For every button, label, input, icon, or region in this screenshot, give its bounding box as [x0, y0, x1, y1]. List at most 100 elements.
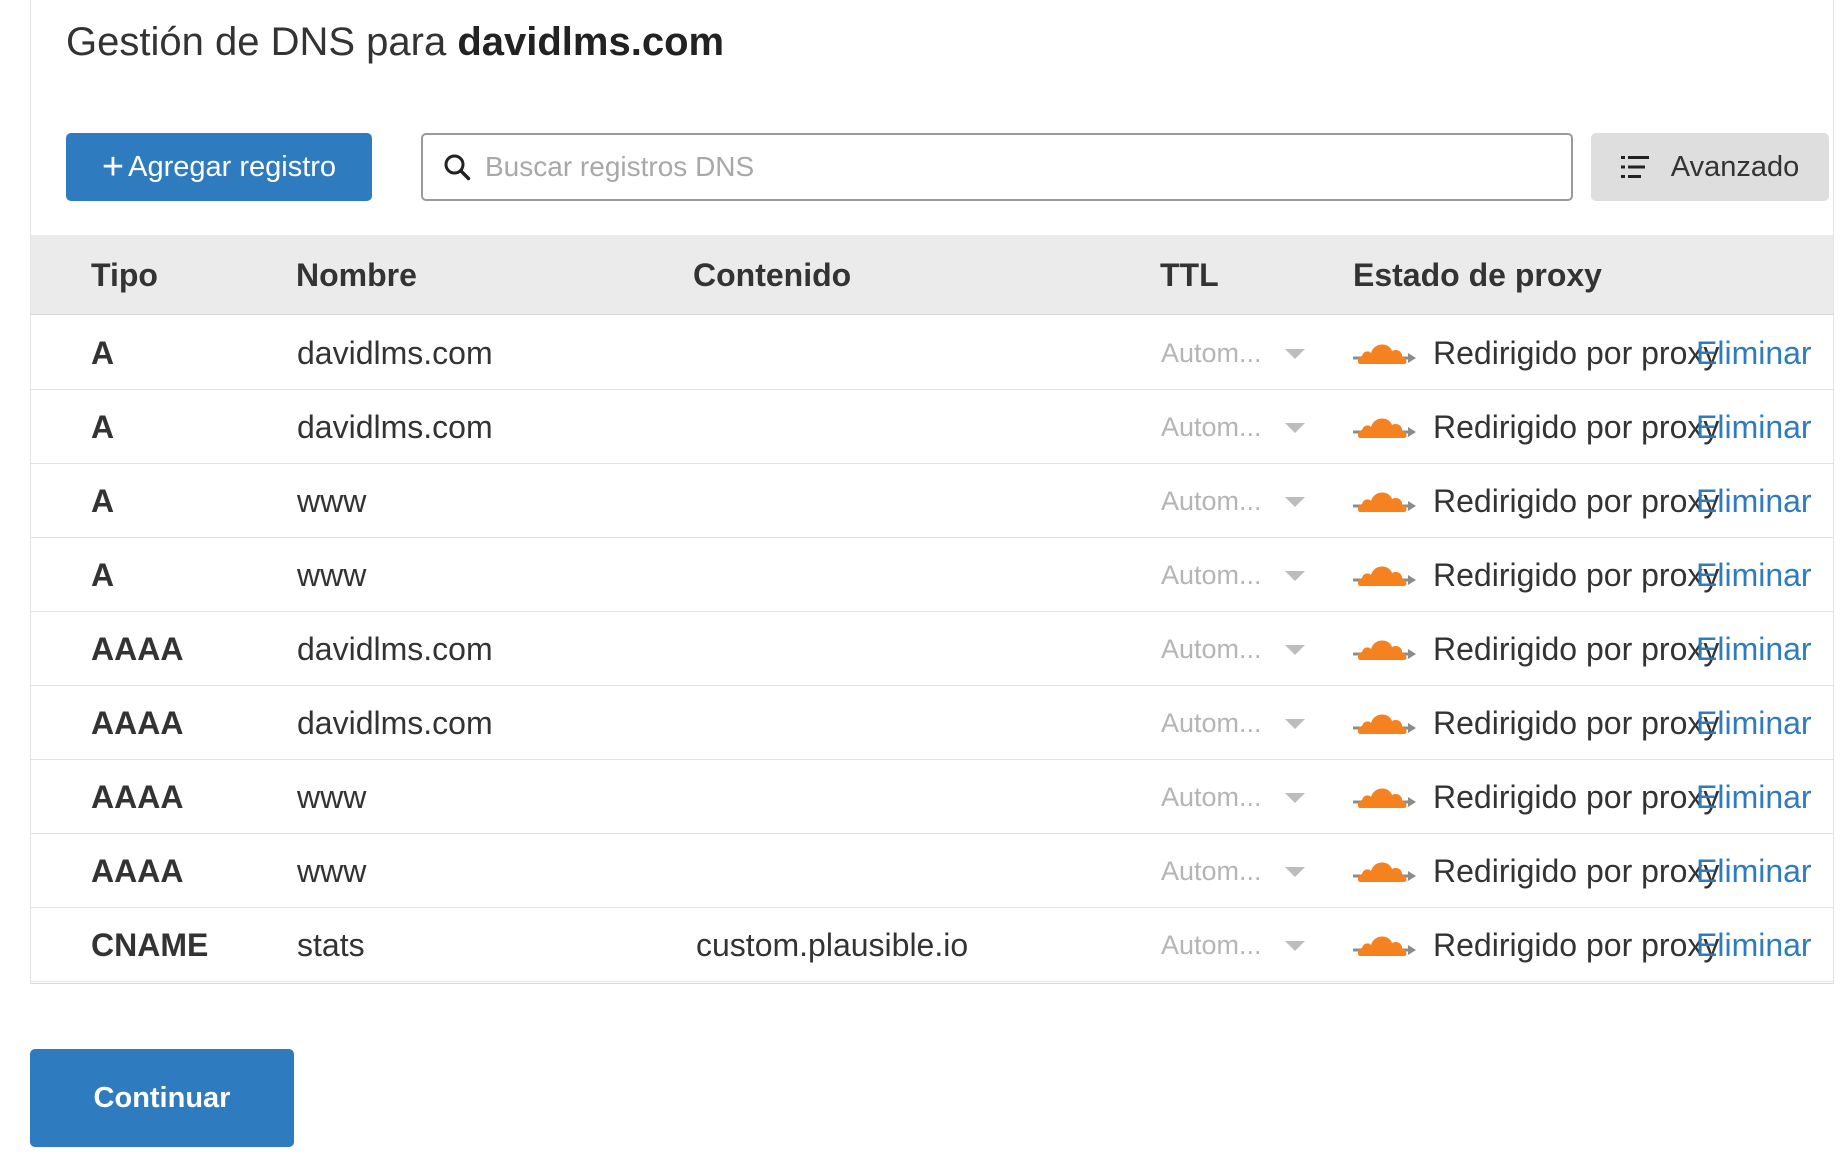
page-title-domain: davidlms.com: [457, 20, 725, 64]
ttl-dropdown[interactable]: Autom...: [1161, 464, 1311, 538]
delete-record-link[interactable]: Eliminar: [1696, 686, 1812, 760]
dns-management-panel: Gestión de DNS para davidlms.com + Agreg…: [30, 0, 1834, 984]
ttl-dropdown[interactable]: Autom...: [1161, 908, 1311, 982]
delete-record-link[interactable]: Eliminar: [1696, 908, 1812, 982]
proxy-status-text: Redirigido por proxy: [1433, 335, 1720, 371]
ttl-value: Autom...: [1161, 708, 1262, 738]
ttl-dropdown[interactable]: Autom...: [1161, 686, 1311, 760]
continue-button[interactable]: Continuar: [30, 1049, 294, 1147]
proxied-cloud-icon[interactable]: [1351, 926, 1417, 964]
record-type: A: [91, 409, 115, 445]
record-type: CNAME: [91, 927, 209, 963]
table-row[interactable]: A www Autom... Redirigido por proxy Elim…: [31, 538, 1833, 612]
search-input[interactable]: [483, 150, 1571, 184]
plus-icon: +: [101, 146, 125, 188]
proxy-status-text: Redirigido por proxy: [1433, 927, 1720, 963]
caret-down-icon: [1285, 645, 1305, 655]
table-row[interactable]: AAAA davidlms.com Autom... Redirigido po…: [31, 612, 1833, 686]
proxy-status-text: Redirigido por proxy: [1433, 779, 1720, 815]
continue-label: Continuar: [93, 1081, 231, 1114]
header-proxy-status: Estado de proxy: [1353, 257, 1602, 293]
add-record-label: Agregar registro: [128, 150, 337, 183]
record-type: AAAA: [91, 631, 184, 667]
proxy-status-text: Redirigido por proxy: [1433, 705, 1720, 741]
header-type: Tipo: [91, 257, 158, 293]
dns-records-table: A davidlms.com Autom... Redirigido por p…: [31, 316, 1833, 982]
delete-record-link[interactable]: Eliminar: [1696, 464, 1812, 538]
list-filter-icon: [1620, 156, 1649, 178]
record-name: davidlms.com: [297, 335, 493, 371]
add-record-button[interactable]: + Agregar registro: [66, 133, 372, 201]
ttl-dropdown[interactable]: Autom...: [1161, 834, 1311, 908]
record-name: davidlms.com: [297, 409, 493, 445]
caret-down-icon: [1285, 571, 1305, 581]
record-name: www: [297, 779, 367, 815]
ttl-value: Autom...: [1161, 338, 1262, 368]
proxy-status-text: Redirigido por proxy: [1433, 557, 1720, 593]
caret-down-icon: [1285, 941, 1305, 951]
table-row[interactable]: AAAA www Autom... Redirigido por proxy E…: [31, 834, 1833, 908]
table-header: Tipo Nombre Contenido TTL Estado de prox…: [31, 235, 1833, 315]
caret-down-icon: [1285, 719, 1305, 729]
ttl-value: Autom...: [1161, 634, 1262, 664]
advanced-label: Avanzado: [1670, 150, 1800, 183]
table-row[interactable]: CNAME stats custom.plausible.io Autom...…: [31, 908, 1833, 982]
proxied-cloud-icon[interactable]: [1351, 482, 1417, 520]
caret-down-icon: [1285, 349, 1305, 359]
advanced-button[interactable]: Avanzado: [1591, 133, 1829, 201]
delete-record-link[interactable]: Eliminar: [1696, 612, 1812, 686]
ttl-value: Autom...: [1161, 856, 1262, 886]
ttl-dropdown[interactable]: Autom...: [1161, 390, 1311, 464]
record-name: www: [297, 853, 367, 889]
record-type: AAAA: [91, 779, 184, 815]
record-name: stats: [297, 927, 365, 963]
ttl-value: Autom...: [1161, 782, 1262, 812]
proxy-status-text: Redirigido por proxy: [1433, 853, 1720, 889]
record-name: www: [297, 557, 367, 593]
ttl-dropdown[interactable]: Autom...: [1161, 316, 1311, 390]
search-icon: [444, 154, 471, 181]
table-row[interactable]: A www Autom... Redirigido por proxy Elim…: [31, 464, 1833, 538]
proxy-status-text: Redirigido por proxy: [1433, 631, 1720, 667]
table-row[interactable]: AAAA davidlms.com Autom... Redirigido po…: [31, 686, 1833, 760]
delete-record-link[interactable]: Eliminar: [1696, 538, 1812, 612]
ttl-value: Autom...: [1161, 412, 1262, 442]
header-name: Nombre: [296, 257, 417, 293]
search-box[interactable]: [421, 133, 1573, 201]
record-type: A: [91, 557, 115, 593]
ttl-dropdown[interactable]: Autom...: [1161, 612, 1311, 686]
ttl-value: Autom...: [1161, 930, 1262, 960]
proxied-cloud-icon[interactable]: [1351, 852, 1417, 890]
table-row[interactable]: A davidlms.com Autom... Redirigido por p…: [31, 390, 1833, 464]
proxied-cloud-icon[interactable]: [1351, 334, 1417, 372]
delete-record-link[interactable]: Eliminar: [1696, 834, 1812, 908]
proxy-status-text: Redirigido por proxy: [1433, 483, 1720, 519]
header-content: Contenido: [693, 257, 852, 293]
proxied-cloud-icon[interactable]: [1351, 556, 1417, 594]
table-row[interactable]: A davidlms.com Autom... Redirigido por p…: [31, 316, 1833, 390]
record-type: AAAA: [91, 853, 184, 889]
record-name: davidlms.com: [297, 705, 493, 741]
page-title-prefix: Gestión de DNS para: [66, 20, 447, 64]
table-row[interactable]: AAAA www Autom... Redirigido por proxy E…: [31, 760, 1833, 834]
caret-down-icon: [1285, 497, 1305, 507]
ttl-dropdown[interactable]: Autom...: [1161, 538, 1311, 612]
proxied-cloud-icon[interactable]: [1351, 778, 1417, 816]
record-type: A: [91, 483, 115, 519]
header-ttl: TTL: [1160, 257, 1219, 293]
record-type: A: [91, 335, 115, 371]
ttl-value: Autom...: [1161, 486, 1262, 516]
delete-record-link[interactable]: Eliminar: [1696, 390, 1812, 464]
proxied-cloud-icon[interactable]: [1351, 630, 1417, 668]
proxy-status-text: Redirigido por proxy: [1433, 409, 1720, 445]
delete-record-link[interactable]: Eliminar: [1696, 316, 1812, 390]
page-title: Gestión de DNS para davidlms.com: [66, 20, 724, 65]
ttl-dropdown[interactable]: Autom...: [1161, 760, 1311, 834]
record-type: AAAA: [91, 705, 184, 741]
record-name: www: [297, 483, 367, 519]
caret-down-icon: [1285, 867, 1305, 877]
proxied-cloud-icon[interactable]: [1351, 408, 1417, 446]
proxied-cloud-icon[interactable]: [1351, 704, 1417, 742]
delete-record-link[interactable]: Eliminar: [1696, 760, 1812, 834]
ttl-value: Autom...: [1161, 560, 1262, 590]
